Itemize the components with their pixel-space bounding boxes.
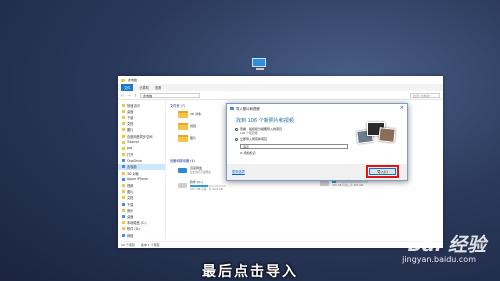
sidebar-item-network[interactable]: 网络 (118, 232, 165, 238)
drive-icon (122, 227, 125, 231)
address-row: ← → ↑ 此电脑 搜索"此电脑" (118, 91, 443, 100)
folder-icon (122, 134, 125, 138)
folder-icon (121, 78, 125, 82)
cube-icon (122, 171, 125, 175)
drive-icon (122, 221, 125, 225)
desktop-computer-icon[interactable] (252, 58, 268, 71)
dialog-heading: 找到 106 个新照片和视频 (236, 118, 294, 124)
baidu-watermark-logo: Bai 经验 (407, 234, 486, 256)
folder-icon (122, 115, 125, 119)
dialog-title-bar: 导入照片和视频 × (227, 104, 407, 112)
import-button[interactable]: 导入(I) (366, 165, 399, 178)
drive-baidu[interactable]: 百度网盘 双击运行百度网盘 (178, 166, 211, 174)
radio-button[interactable] (235, 137, 238, 141)
tag-name-input[interactable]: 演示 (240, 144, 348, 149)
document-icon (122, 196, 125, 200)
star-icon (122, 103, 125, 107)
folder-label-3d: 3D 对象 (190, 112, 202, 116)
option1-note: 106 个项目组 (240, 131, 258, 135)
music-icon (122, 208, 125, 212)
photo-thumbnails (353, 120, 399, 150)
up-arrow-icon[interactable]: ↑ (134, 93, 137, 98)
download-icon (122, 202, 125, 206)
drive-icon (178, 183, 187, 188)
desktop-icon (122, 214, 125, 218)
watermark-url: jingyan.baidu.com (402, 255, 476, 264)
radio-import-all[interactable]: 立即导入所有新项目 (235, 137, 267, 141)
picture-icon (122, 190, 125, 194)
tutorial-caption: 最后点击导入 (202, 264, 298, 280)
folder-icon[interactable] (178, 111, 188, 118)
devices-section-header[interactable]: 设备和驱动器 (4) (170, 157, 195, 163)
folder-icon (122, 153, 125, 157)
tab-view[interactable]: 查看 (155, 85, 161, 90)
video-icon (122, 184, 125, 188)
more-options-link[interactable]: 更多选项 (232, 169, 245, 174)
network-icon (122, 233, 125, 237)
folder-icon (122, 109, 125, 113)
phone-icon (122, 177, 125, 181)
selected-count: 选中 1 个项目 (140, 243, 160, 247)
status-bar: 12 个项目 选中 1 个项目 (118, 241, 443, 248)
tab-computer[interactable]: 计算机 (139, 85, 149, 90)
dialog-footer: 更多选项 导入(I) (227, 164, 407, 180)
photo-thumbnail (378, 127, 396, 143)
add-tags-label[interactable]: ⊘ 添加标记 (240, 151, 256, 155)
import-dialog: 导入照片和视频 × 找到 106 个新照片和视频 查看、组织和分组要导入的项目 … (226, 103, 408, 181)
tab-file[interactable]: 文件 (121, 84, 134, 91)
radio-button[interactable] (235, 127, 238, 131)
window-title: 此电脑 (128, 78, 138, 82)
explorer-title-bar: 此电脑 (118, 76, 443, 84)
dialog-title: 导入照片和视频 (236, 106, 260, 111)
folder-label-videos: 视频 (190, 124, 197, 128)
address-bar[interactable]: 此电脑 (140, 92, 201, 98)
ribbon: 文件 计算机 查看 (118, 84, 443, 91)
close-icon[interactable]: × (400, 105, 404, 111)
forward-arrow-icon[interactable]: → (127, 93, 130, 98)
folder-icon[interactable] (178, 135, 188, 142)
folder-label-pictures: 图片 (190, 136, 197, 140)
search-input[interactable]: 搜索"此电脑" (410, 92, 440, 98)
folder-icon (122, 140, 125, 144)
item-count: 12 个项目 (121, 243, 135, 247)
back-arrow-icon[interactable]: ← (121, 93, 124, 98)
drive-right-2[interactable]: 415 GB 可用，共 465 GB (320, 180, 368, 187)
folder-icon[interactable] (178, 123, 188, 130)
drive-d[interactable]: 软件 (D:) 45.7 GB 可用，共 92.9 GB (178, 180, 226, 191)
drive-icon (320, 181, 329, 186)
cloud-drive-icon (178, 167, 187, 173)
photos-app-icon (230, 106, 234, 110)
cloud-icon (122, 159, 125, 163)
computer-icon (122, 165, 125, 169)
nav-sidebar: 快速访问 桌面 下载 文档 图片 百度网盘同步空间 Tutorial ppt 打… (118, 100, 166, 240)
folder-icon (122, 122, 125, 126)
folder-icon (122, 146, 125, 150)
folder-icon (122, 128, 125, 132)
